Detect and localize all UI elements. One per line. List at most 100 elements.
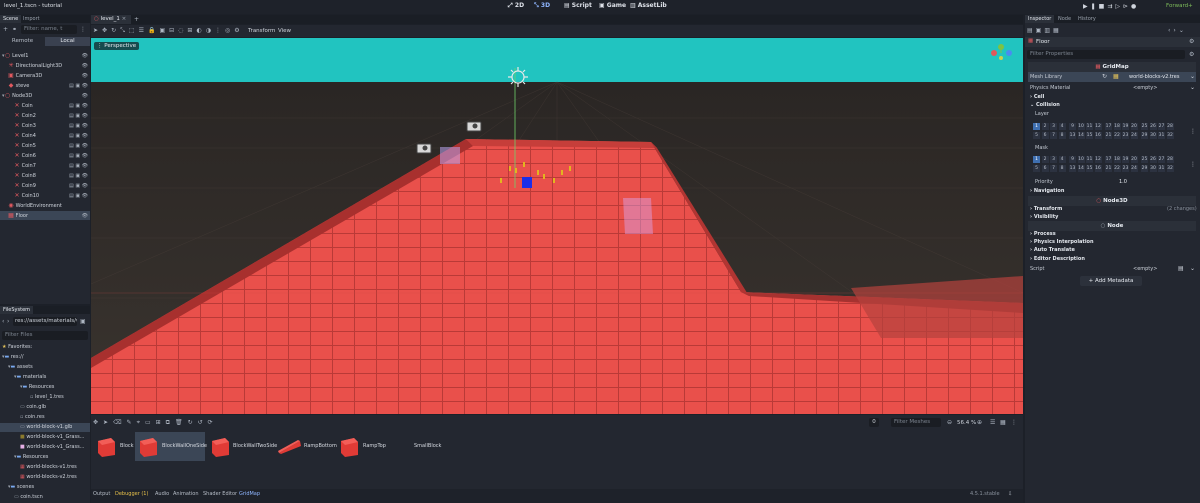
tab-shader-editor[interactable]: Shader Editor bbox=[203, 491, 237, 497]
visibility-section[interactable]: › Visibility bbox=[1030, 214, 1058, 220]
layer-bit[interactable]: 14 bbox=[1077, 132, 1085, 139]
rotate-z-icon[interactable]: ⟳ bbox=[208, 419, 218, 426]
tab-3d[interactable]: ⤡ 3D bbox=[534, 2, 550, 10]
mask-bit[interactable]: 17 bbox=[1105, 156, 1112, 163]
fill-icon[interactable]: ▭ bbox=[145, 419, 156, 426]
layer-bit[interactable]: 15 bbox=[1086, 132, 1093, 139]
mask-bit[interactable]: 30 bbox=[1149, 165, 1157, 172]
filesystem-filter-input[interactable]: Filter Files bbox=[2, 331, 88, 340]
options-icon[interactable]: ⋮ bbox=[215, 27, 225, 34]
visibility-icon[interactable]: ▤ ▣ 👁 bbox=[62, 111, 88, 121]
path-field[interactable]: res://assets/materials/w bbox=[13, 317, 77, 326]
visibility-icon[interactable]: ▤ ▣ 👁 bbox=[62, 181, 88, 191]
select-tool-icon[interactable]: ➤ bbox=[93, 27, 102, 34]
viewport-3d[interactable]: ⋮ Perspective bbox=[91, 38, 1023, 414]
layer-bit[interactable]: 32 bbox=[1166, 132, 1174, 139]
layer-bit[interactable]: 27 bbox=[1158, 123, 1165, 130]
remote-button[interactable]: Remote bbox=[0, 37, 45, 46]
tab-gridmap[interactable]: GridMap bbox=[239, 491, 260, 497]
zoom-in-icon[interactable]: ⊕ bbox=[977, 419, 982, 426]
visibility-icon[interactable]: ▤ ▣ 👁 bbox=[62, 191, 88, 201]
layer-bit[interactable]: 7 bbox=[1050, 132, 1057, 139]
visibility-icon[interactable]: ▤ ▣ 👁 bbox=[62, 161, 88, 171]
mask-bit[interactable]: 2 bbox=[1041, 156, 1049, 163]
physics-interp-section[interactable]: › Physics Interpolation bbox=[1030, 239, 1094, 245]
view-menu[interactable]: View bbox=[278, 28, 291, 34]
layer-bit[interactable]: 5 bbox=[1033, 132, 1040, 139]
tab-history[interactable]: History bbox=[1075, 15, 1099, 23]
layer-options-icon[interactable]: ⋮ bbox=[1190, 128, 1196, 135]
script-value[interactable]: <empty> bbox=[1133, 266, 1157, 272]
mesh-item-block[interactable]: Block bbox=[94, 432, 134, 461]
tab-import[interactable]: Import bbox=[20, 15, 43, 23]
cell-section[interactable]: › Cell bbox=[1030, 94, 1044, 100]
filter-options-icon[interactable]: ⋮ bbox=[80, 26, 86, 33]
collision-mask-grid[interactable]: 1 2 3 4 9 10 11 12 17 18 19 20 25 26 27 28 5 6 7 8 13 14 15 16 2… bbox=[1033, 156, 1175, 173]
mask-bit[interactable]: 21 bbox=[1105, 165, 1112, 172]
fs-item-grass-2[interactable]: ■ world-block-v1_Grass... bbox=[0, 443, 84, 452]
ruler-icon[interactable]: ⊟ bbox=[169, 27, 178, 34]
layer-bit[interactable]: 16 bbox=[1094, 132, 1102, 139]
layer-bit[interactable]: 12 bbox=[1094, 123, 1102, 130]
split-icon[interactable]: ▣ bbox=[80, 318, 86, 325]
move-tool-icon[interactable]: ✥ bbox=[102, 27, 111, 34]
settings-icon[interactable]: ⚙ bbox=[234, 27, 243, 34]
layer-bit[interactable]: 23 bbox=[1122, 132, 1129, 139]
visibility-icon[interactable]: 👁 bbox=[62, 91, 88, 101]
mask-bit[interactable]: 14 bbox=[1077, 165, 1085, 172]
delete-icon[interactable]: 🗑 bbox=[175, 419, 188, 426]
layer-bit[interactable]: 28 bbox=[1166, 123, 1174, 130]
rotate-x-icon[interactable]: ↻ bbox=[188, 419, 198, 426]
link-icon[interactable]: ⚭ bbox=[12, 26, 17, 33]
visibility-icon[interactable]: 👁 bbox=[62, 61, 88, 71]
play-custom-icon[interactable]: ⊳ bbox=[1123, 3, 1131, 10]
layer-bit[interactable]: 13 bbox=[1069, 132, 1076, 139]
extra-icon[interactable]: ▦ bbox=[1053, 27, 1062, 34]
layer-bit[interactable]: 22 bbox=[1113, 132, 1121, 139]
tab-script[interactable]: ▤ Script bbox=[564, 2, 592, 9]
forward-icon[interactable]: › bbox=[7, 318, 9, 325]
visibility-icon[interactable]: ▤ ▣ 👁 bbox=[62, 101, 88, 111]
mask-bit[interactable]: 4 bbox=[1058, 156, 1066, 163]
fs-item-materials[interactable]: ▾▬ materials bbox=[0, 373, 46, 382]
history-menu-icon[interactable]: ⌄ bbox=[1179, 27, 1187, 34]
select-icon[interactable]: ➤ bbox=[103, 419, 113, 426]
physics-material-value[interactable]: <empty> bbox=[1133, 85, 1157, 91]
rotate-y-icon[interactable]: ↺ bbox=[198, 419, 208, 426]
layer-bit[interactable]: 29 bbox=[1141, 132, 1148, 139]
sun-toggle-icon[interactable]: ◐ bbox=[196, 27, 205, 34]
layer-bit[interactable]: 26 bbox=[1149, 123, 1157, 130]
renderer-select[interactable]: Forward+ bbox=[1166, 3, 1193, 9]
priority-value[interactable]: 1.0 bbox=[1119, 179, 1127, 185]
visibility-icon[interactable]: ▤ ▣ 👁 bbox=[62, 81, 88, 91]
move-icon[interactable]: ⊞ bbox=[156, 419, 166, 426]
duplicate-icon[interactable]: ⧉ bbox=[166, 419, 175, 426]
layer-bit[interactable]: 24 bbox=[1130, 132, 1138, 139]
dropdown-icon[interactable]: ⌄ bbox=[1190, 265, 1195, 272]
mask-bit[interactable]: 26 bbox=[1149, 156, 1157, 163]
back-icon[interactable]: ‹ bbox=[2, 318, 4, 325]
layer-bit[interactable]: 21 bbox=[1105, 132, 1112, 139]
save-icon[interactable]: ▥ bbox=[1044, 27, 1053, 34]
mask-bit[interactable]: 15 bbox=[1086, 165, 1093, 172]
mesh-item-blockwalltwoside[interactable]: BlockWallTwoSide bbox=[208, 432, 278, 461]
tab-inspector[interactable]: Inspector bbox=[1025, 15, 1055, 23]
list-icon[interactable]: ☰ bbox=[139, 27, 148, 34]
dropdown-icon[interactable]: ⌄ bbox=[1190, 73, 1195, 80]
process-section[interactable]: › Process bbox=[1030, 231, 1056, 237]
fs-item-coin-res[interactable]: ▫ coin.res bbox=[0, 413, 45, 422]
tab-scene[interactable]: Scene bbox=[0, 15, 22, 23]
environment-toggle-icon[interactable]: ◑ bbox=[206, 27, 215, 34]
new-resource-icon[interactable]: ▤ bbox=[1027, 27, 1036, 34]
add-scene-tab-icon[interactable]: + bbox=[134, 16, 139, 23]
tab-assetlib[interactable]: ▥ AssetLib bbox=[630, 2, 667, 9]
mesh-item-smallblock[interactable]: SmallBlock bbox=[392, 432, 442, 461]
layer-bit[interactable]: 2 bbox=[1041, 123, 1049, 130]
mask-bit[interactable]: 32 bbox=[1166, 165, 1174, 172]
mask-bit[interactable]: 18 bbox=[1113, 156, 1121, 163]
camera-icon[interactable]: ◎ bbox=[225, 27, 234, 34]
mesh-filter-input[interactable]: Filter Meshes bbox=[891, 418, 941, 427]
visibility-icon[interactable]: ▤ ▣ 👁 bbox=[62, 141, 88, 151]
tab-game[interactable]: ▣ Game bbox=[599, 2, 626, 9]
fs-item-world-block-v1-glb[interactable]: ▭ world-block-v1.glb bbox=[0, 423, 90, 432]
